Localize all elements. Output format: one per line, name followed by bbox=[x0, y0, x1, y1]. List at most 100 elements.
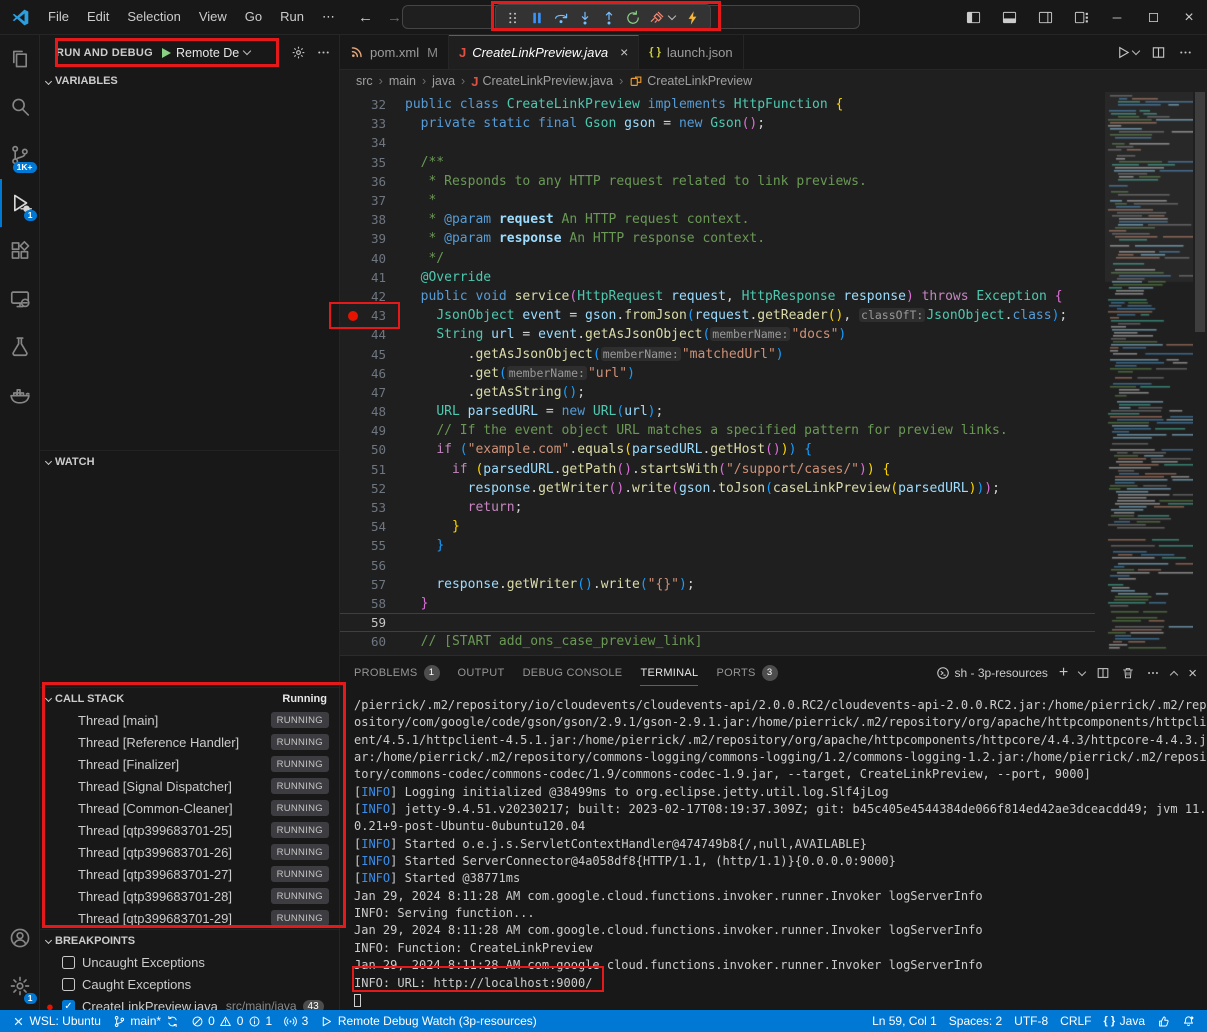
activity-testing[interactable] bbox=[0, 323, 40, 371]
code-line-58[interactable]: 58 } bbox=[340, 594, 1095, 613]
terminal-instance[interactable]: sh - 3p-resources bbox=[936, 666, 1048, 680]
line-number[interactable]: 56 bbox=[340, 558, 405, 573]
code-line-47[interactable]: 47 .getAsString(); bbox=[340, 383, 1095, 402]
watch-section-header[interactable]: WATCH bbox=[40, 450, 339, 472]
status-language-mode[interactable]: { }Java bbox=[1098, 1010, 1151, 1032]
kill-terminal-icon[interactable] bbox=[1121, 666, 1135, 680]
call-stack-thread[interactable]: Thread [qtp399683701-29]RUNNING bbox=[40, 907, 339, 929]
variables-section-header[interactable]: VARIABLES bbox=[40, 70, 339, 92]
call-stack-thread[interactable]: Thread [qtp399683701-25]RUNNING bbox=[40, 819, 339, 841]
code-line-37[interactable]: 37 * bbox=[340, 191, 1095, 210]
line-number[interactable]: 42 bbox=[340, 289, 405, 304]
line-number[interactable]: 34 bbox=[340, 135, 405, 150]
status-debug-watch[interactable]: Remote Debug Watch (3p-resources) bbox=[314, 1010, 542, 1032]
minimize-button[interactable] bbox=[1099, 0, 1135, 35]
activity-run-and-debug[interactable]: 1 bbox=[0, 179, 40, 227]
panel-more-icon[interactable] bbox=[1146, 666, 1160, 680]
step-into-icon[interactable] bbox=[573, 6, 597, 30]
line-number[interactable]: 53 bbox=[340, 500, 405, 515]
call-stack-thread[interactable]: Thread [Reference Handler]RUNNING bbox=[40, 731, 339, 753]
activity-settings[interactable]: 1 bbox=[0, 962, 40, 1010]
breakpoint-checkbox[interactable]: ✓ bbox=[62, 1000, 75, 1011]
code-line-38[interactable]: 38 * @param request An HTTP request cont… bbox=[340, 210, 1095, 229]
line-number[interactable]: 46 bbox=[340, 366, 405, 381]
breakpoint-dot-icon[interactable] bbox=[348, 311, 358, 321]
activity-explorer[interactable] bbox=[0, 35, 40, 83]
status-remote-indicator[interactable]: WSL: Ubuntu bbox=[6, 1010, 107, 1032]
line-number[interactable]: 36 bbox=[340, 174, 405, 189]
split-terminal-icon[interactable] bbox=[1096, 666, 1110, 680]
line-number[interactable]: 50 bbox=[340, 442, 405, 457]
call-stack-thread[interactable]: Thread [Signal Dispatcher]RUNNING bbox=[40, 775, 339, 797]
more-actions-icon[interactable] bbox=[1178, 45, 1193, 60]
status-git-branch[interactable]: main* bbox=[107, 1010, 185, 1032]
activity-extensions[interactable] bbox=[0, 227, 40, 275]
terminal-dropdown-icon[interactable] bbox=[1078, 667, 1086, 675]
more-actions-icon[interactable] bbox=[316, 45, 331, 60]
code-line-59[interactable]: 59 bbox=[340, 613, 1095, 632]
pause-icon[interactable] bbox=[525, 6, 549, 30]
code-editor[interactable]: 32public class CreateLinkPreview impleme… bbox=[340, 92, 1207, 655]
line-number[interactable]: 49 bbox=[340, 423, 405, 438]
line-number[interactable]: 41 bbox=[340, 270, 405, 285]
grip-icon[interactable] bbox=[501, 6, 525, 30]
line-number[interactable]: 54 bbox=[340, 519, 405, 534]
line-number[interactable]: 51 bbox=[340, 462, 405, 477]
code-line-45[interactable]: 45 .getAsJsonObject(memberName:"matchedU… bbox=[340, 344, 1095, 363]
breakpoint-item[interactable]: ●✓CreateLinkPreview.javasrc/main/java43 bbox=[40, 995, 339, 1010]
call-stack-thread[interactable]: Thread [qtp399683701-27]RUNNING bbox=[40, 863, 339, 885]
step-out-icon[interactable] bbox=[597, 6, 621, 30]
call-stack-thread[interactable]: Thread [qtp399683701-26]RUNNING bbox=[40, 841, 339, 863]
editor-scrollbar[interactable] bbox=[1193, 92, 1207, 655]
line-number[interactable]: 38 bbox=[340, 212, 405, 227]
code-line-34[interactable]: 34 bbox=[340, 133, 1095, 152]
breakpoint-item[interactable]: Caught Exceptions bbox=[40, 973, 339, 995]
line-number[interactable]: 55 bbox=[340, 538, 405, 553]
panel-tab-debug-console[interactable]: DEBUG CONSOLE bbox=[523, 656, 623, 690]
breadcrumb-item[interactable]: CreateLinkPreview bbox=[629, 74, 752, 88]
panel-tab-output[interactable]: OUTPUT bbox=[458, 656, 505, 690]
line-number[interactable]: 48 bbox=[340, 404, 405, 419]
new-terminal-button[interactable]: + bbox=[1059, 664, 1068, 682]
code-line-50[interactable]: 50 if ("example.com".equals(parsedURL.ge… bbox=[340, 440, 1095, 459]
line-number[interactable]: 57 bbox=[340, 577, 405, 592]
menu-item-[interactable]: ⋯ bbox=[313, 9, 344, 25]
code-line-56[interactable]: 56 bbox=[340, 556, 1095, 575]
breadcrumb[interactable]: src›main›java›JCreateLinkPreview.java›Cr… bbox=[340, 70, 1207, 92]
call-stack-thread[interactable]: Thread [Common-Cleaner]RUNNING bbox=[40, 797, 339, 819]
panel-tab-terminal[interactable]: TERMINAL bbox=[640, 656, 698, 690]
breadcrumb-item[interactable]: src bbox=[356, 74, 373, 88]
code-line-39[interactable]: 39 * @param response An HTTP response co… bbox=[340, 229, 1095, 248]
close-button[interactable]: × bbox=[1171, 0, 1207, 35]
code-line-41[interactable]: 41 @Override bbox=[340, 268, 1095, 287]
breadcrumb-item[interactable]: JCreateLinkPreview.java bbox=[471, 74, 613, 89]
code-line-53[interactable]: 53 return; bbox=[340, 498, 1095, 517]
code-line-51[interactable]: 51 if (parsedURL.getPath().startsWith("/… bbox=[340, 460, 1095, 479]
tab-pom-xml[interactable]: pom.xmlM bbox=[340, 35, 449, 69]
close-icon[interactable]: × bbox=[620, 44, 628, 60]
call-stack-thread[interactable]: Thread [main]RUNNING bbox=[40, 709, 339, 731]
code-line-43[interactable]: 43 JsonObject event = gson.fromJson(requ… bbox=[340, 306, 1095, 325]
code-line-40[interactable]: 40 */ bbox=[340, 249, 1095, 268]
line-number[interactable]: 40 bbox=[340, 251, 405, 266]
code-line-60[interactable]: 60 // [START add_ons_case_preview_link] bbox=[340, 632, 1095, 651]
close-panel-icon[interactable]: × bbox=[1188, 665, 1197, 682]
breakpoint-item[interactable]: Uncaught Exceptions bbox=[40, 951, 339, 973]
code-line-49[interactable]: 49 // If the event object URL matches a … bbox=[340, 421, 1095, 440]
status-indentation[interactable]: Spaces: 2 bbox=[943, 1010, 1008, 1032]
line-number[interactable]: 43 bbox=[340, 308, 405, 323]
call-stack-section-header[interactable]: CALL STACK Running bbox=[40, 687, 339, 709]
status-cursor-position[interactable]: Ln 59, Col 1 bbox=[866, 1010, 943, 1032]
line-number[interactable]: 35 bbox=[340, 155, 405, 170]
breadcrumb-item[interactable]: main bbox=[389, 74, 416, 88]
code-line-33[interactable]: 33 private static final Gson gson = new … bbox=[340, 114, 1095, 133]
line-number[interactable]: 59 bbox=[340, 615, 405, 630]
call-stack-thread[interactable]: Thread [qtp399683701-28]RUNNING bbox=[40, 885, 339, 907]
status-notifications[interactable] bbox=[1176, 1010, 1201, 1032]
customize-layout-button[interactable] bbox=[1063, 0, 1099, 35]
launch-config-picker[interactable]: Remote De bbox=[162, 46, 250, 60]
menu-item-selection[interactable]: Selection bbox=[118, 9, 189, 25]
code-line-54[interactable]: 54 } bbox=[340, 517, 1095, 536]
menu-item-file[interactable]: File bbox=[39, 9, 78, 25]
activity-docker[interactable] bbox=[0, 371, 40, 419]
